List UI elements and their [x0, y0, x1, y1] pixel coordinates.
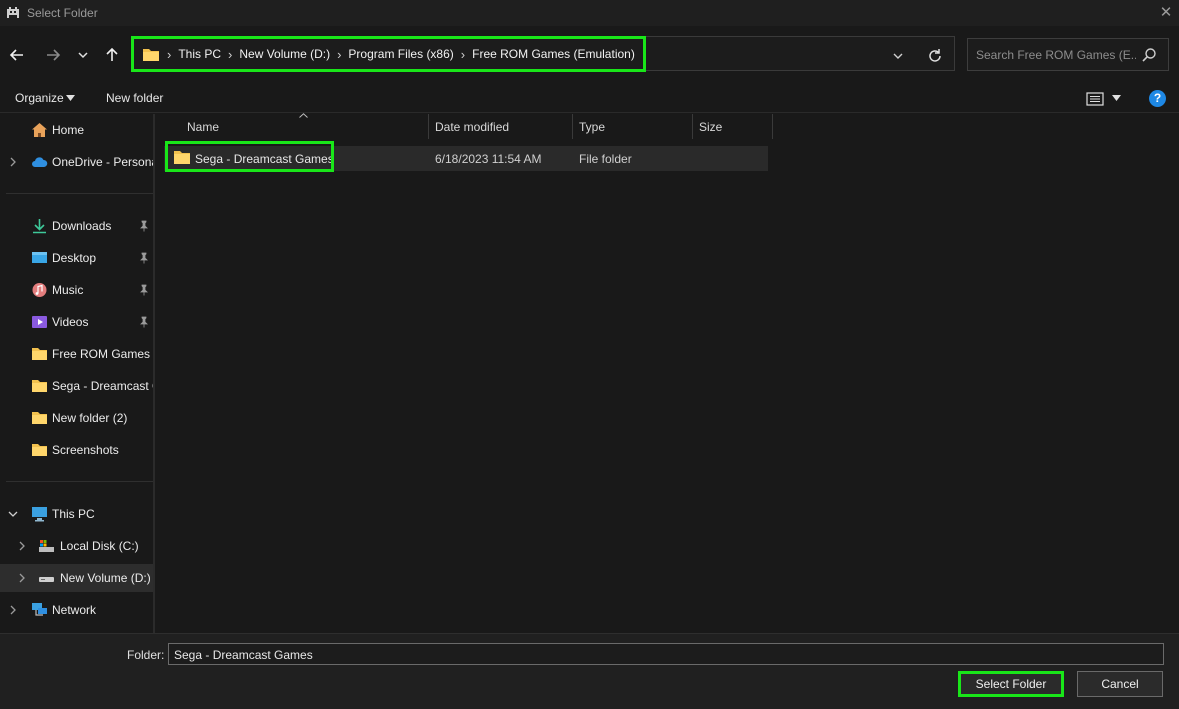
sidebar-divider	[6, 193, 153, 194]
navigation-pane: Home OneDrive - Personal Downloads Deskt…	[0, 114, 155, 633]
sidebar-item-label: Network	[52, 603, 97, 617]
network-icon	[32, 603, 47, 616]
file-date-modified: 6/18/2023 11:54 AM	[435, 152, 542, 166]
sidebar-item-desktop[interactable]: Desktop	[0, 244, 153, 272]
address-history-chevron-icon[interactable]	[890, 48, 906, 64]
sidebar-item-label: Free ROM Games (Emulation)	[52, 347, 155, 361]
sidebar-item-videos[interactable]: Videos	[0, 308, 153, 336]
arrow-left-icon	[9, 49, 23, 61]
drive-icon	[39, 577, 54, 582]
pin-icon	[140, 284, 148, 296]
app-icon	[7, 7, 19, 18]
sidebar-item-new-volume-d[interactable]: New Volume (D:)	[0, 564, 153, 592]
column-divider[interactable]	[772, 114, 773, 139]
column-header-label: Type	[579, 120, 606, 134]
folder-icon	[32, 412, 47, 424]
folder-field[interactable]	[168, 643, 1164, 665]
pin-icon	[140, 316, 148, 328]
sidebar-item-label: Screenshots	[52, 443, 119, 457]
help-icon[interactable]: ?	[1149, 90, 1166, 107]
sidebar-item-label: Music	[52, 283, 84, 297]
organize-button[interactable]: Organize	[15, 91, 64, 105]
cloud-icon	[32, 157, 48, 167]
window-title: Select Folder	[27, 6, 98, 20]
sidebar-item-label: Home	[52, 123, 85, 137]
column-header-name[interactable]: Name	[180, 114, 428, 140]
sidebar-item-screenshots[interactable]: Screenshots	[0, 436, 153, 464]
pc-icon	[32, 507, 47, 522]
command-bar: Organize New folder ?	[0, 84, 1179, 113]
chevron-down-icon	[78, 52, 88, 59]
home-icon	[32, 123, 47, 137]
sidebar-item-home[interactable]: Home	[0, 116, 153, 144]
chevron-down-icon[interactable]	[8, 508, 18, 520]
folder-label: Folder:	[127, 648, 165, 662]
sidebar-item-downloads[interactable]: Downloads	[0, 212, 153, 240]
video-icon	[32, 316, 47, 328]
sidebar-item-sega-dreamcast[interactable]: Sega - Dreamcast Games	[0, 372, 155, 400]
sidebar-scrollbar[interactable]	[153, 114, 155, 633]
address-highlight-box	[131, 36, 646, 72]
chevron-right-icon[interactable]	[17, 572, 27, 584]
chevron-right-icon[interactable]	[17, 540, 27, 552]
cancel-button[interactable]: Cancel	[1077, 671, 1163, 697]
folder-icon	[32, 444, 47, 456]
column-header-label: Date modified	[435, 120, 510, 134]
view-options-icon[interactable]	[1086, 91, 1104, 107]
organize-caret-icon[interactable]	[66, 95, 75, 101]
sidebar-item-this-pc[interactable]: This PC	[0, 500, 153, 528]
sidebar-item-label: OneDrive - Personal	[52, 155, 155, 169]
column-header-date-modified[interactable]: Date modified	[428, 114, 572, 140]
sidebar-item-label: New folder (2)	[52, 411, 128, 425]
sidebar-item-free-rom-games[interactable]: Free ROM Games (Emulation)	[0, 340, 155, 368]
folder-icon	[32, 380, 47, 392]
file-highlight-box	[165, 141, 334, 172]
close-icon[interactable]: ✕	[1156, 3, 1176, 23]
folder-icon	[32, 348, 47, 360]
column-header-label: Name	[187, 120, 220, 134]
sidebar-item-local-disk-c[interactable]: Local Disk (C:)	[0, 532, 153, 560]
column-header-label: Size	[699, 120, 723, 134]
sidebar-item-label: Downloads	[52, 219, 112, 233]
chevron-right-icon[interactable]	[8, 156, 18, 168]
sidebar-item-music[interactable]: Music	[0, 276, 153, 304]
arrow-right-icon	[47, 49, 61, 61]
desktop-icon	[32, 252, 47, 263]
new-folder-button[interactable]: New folder	[106, 91, 163, 105]
sidebar-item-label: Local Disk (C:)	[60, 539, 139, 553]
folder-input[interactable]	[174, 647, 1154, 662]
download-icon	[33, 219, 46, 234]
file-type: File folder	[579, 152, 632, 166]
drive-icon	[39, 540, 54, 552]
refresh-icon[interactable]	[926, 47, 944, 65]
music-icon	[32, 283, 47, 297]
sidebar-item-label: Videos	[52, 315, 89, 329]
forward-button[interactable]	[42, 44, 64, 66]
view-options-caret-icon[interactable]	[1112, 95, 1121, 101]
sidebar-divider	[6, 481, 153, 482]
back-button[interactable]	[6, 44, 28, 66]
pin-icon	[140, 252, 148, 264]
sidebar-item-label: Sega - Dreamcast Games	[52, 379, 155, 393]
sidebar-item-label: This PC	[52, 507, 95, 521]
title-bar: Select Folder ✕	[0, 0, 1179, 26]
sidebar-item-new-folder-2[interactable]: New folder (2)	[0, 404, 153, 432]
file-list	[156, 114, 1179, 633]
column-header-size[interactable]: Size	[692, 114, 772, 140]
sidebar-item-onedrive[interactable]: OneDrive - Personal	[0, 148, 155, 176]
search-input[interactable]	[976, 47, 1136, 63]
arrow-up-icon	[106, 47, 118, 61]
pin-icon	[140, 220, 148, 232]
sidebar-item-label: New Volume (D:)	[60, 571, 151, 585]
select-folder-button[interactable]: Select Folder	[958, 671, 1064, 697]
sidebar-item-label: Desktop	[52, 251, 97, 265]
column-header-type[interactable]: Type	[572, 114, 692, 140]
up-button[interactable]	[101, 44, 123, 66]
search-icon[interactable]	[1141, 47, 1157, 63]
recent-locations-button[interactable]	[72, 44, 94, 66]
sidebar-item-network[interactable]: Network	[0, 596, 153, 624]
chevron-right-icon[interactable]	[8, 604, 18, 616]
search-box[interactable]	[967, 38, 1169, 71]
